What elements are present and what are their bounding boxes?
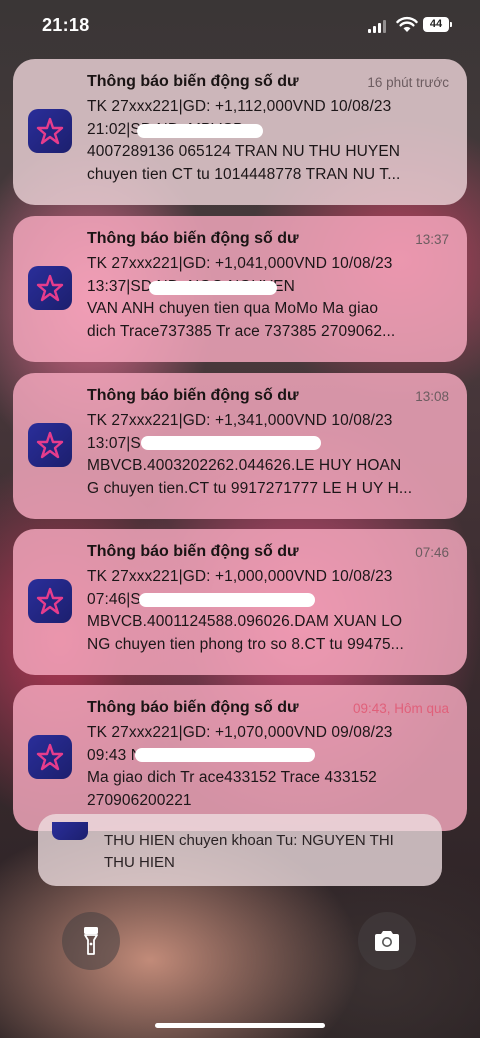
- notification-title: Thông báo biến động số dư: [87, 699, 299, 716]
- stacked-notification[interactable]: THU HIEN chuyen khoan Tu: NGUYEN THI THU…: [38, 814, 442, 886]
- bank-app-icon: [28, 735, 72, 779]
- notification-card[interactable]: Thông báo biến động số dư 07:46 TK 27xxx…: [13, 529, 467, 675]
- notification-body: TK 27xxx221|GD: +1,112,000VND 10/08/23 2…: [87, 98, 401, 183]
- redaction-mark: [137, 124, 263, 138]
- bank-app-icon: [28, 423, 72, 467]
- stacked-notification-text: THU HIEN chuyen khoan Tu: NGUYEN THI THU…: [104, 832, 394, 871]
- notification-time: 09:43, Hôm qua: [352, 701, 449, 716]
- notification-title: Thông báo biến động số dư: [87, 387, 299, 404]
- notification-time: 13:37: [415, 232, 449, 247]
- notification-time: 16 phút trước: [367, 75, 449, 90]
- flashlight-button[interactable]: [62, 912, 120, 970]
- flashlight-icon: [84, 927, 98, 955]
- notification-card[interactable]: Thông báo biến động số dư 13:37 TK 27xxx…: [13, 216, 467, 362]
- bank-app-icon: [28, 579, 72, 623]
- camera-icon: [375, 931, 399, 951]
- bank-app-icon: [28, 266, 72, 310]
- signal-icon: [368, 19, 386, 33]
- redaction-mark: [139, 593, 315, 607]
- notification-time: 07:46: [415, 545, 449, 560]
- notification-time: 13:08: [415, 389, 449, 404]
- redaction-mark: [141, 436, 321, 450]
- wifi-icon: [396, 16, 418, 38]
- notification-body: TK 27xxx221|GD: +1,341,000VND 10/08/23 1…: [87, 412, 413, 497]
- notification-body: TK 27xxx221|GD: +1,041,000VND 10/08/23 1…: [87, 255, 396, 340]
- notification-title: Thông báo biến động số dư: [87, 73, 299, 90]
- notification-title: Thông báo biến động số dư: [87, 543, 299, 560]
- status-bar: 21:18 44: [0, 0, 480, 52]
- notification-card[interactable]: Thông báo biến động số dư 13:08 TK 27xxx…: [13, 373, 467, 519]
- bank-app-icon: [28, 109, 72, 153]
- redaction-mark: [149, 281, 277, 295]
- clock: 21:18: [42, 15, 90, 35]
- home-indicator[interactable]: [155, 1023, 325, 1028]
- camera-button[interactable]: [358, 912, 416, 970]
- battery-icon: 44: [423, 17, 452, 32]
- notification-body: TK 27xxx221|GD: +1,000,000VND 10/08/23 0…: [87, 568, 404, 653]
- notification-card[interactable]: Thông báo biến động số dư 09:43, Hôm qua…: [13, 685, 467, 831]
- bank-app-icon: [52, 822, 88, 840]
- redaction-mark: [135, 748, 315, 762]
- notification-card[interactable]: Thông báo biến động số dư 16 phút trước …: [13, 59, 467, 205]
- notification-body: TK 27xxx221|GD: +1,070,000VND 09/08/23 0…: [87, 724, 393, 809]
- notification-title: Thông báo biến động số dư: [87, 230, 299, 247]
